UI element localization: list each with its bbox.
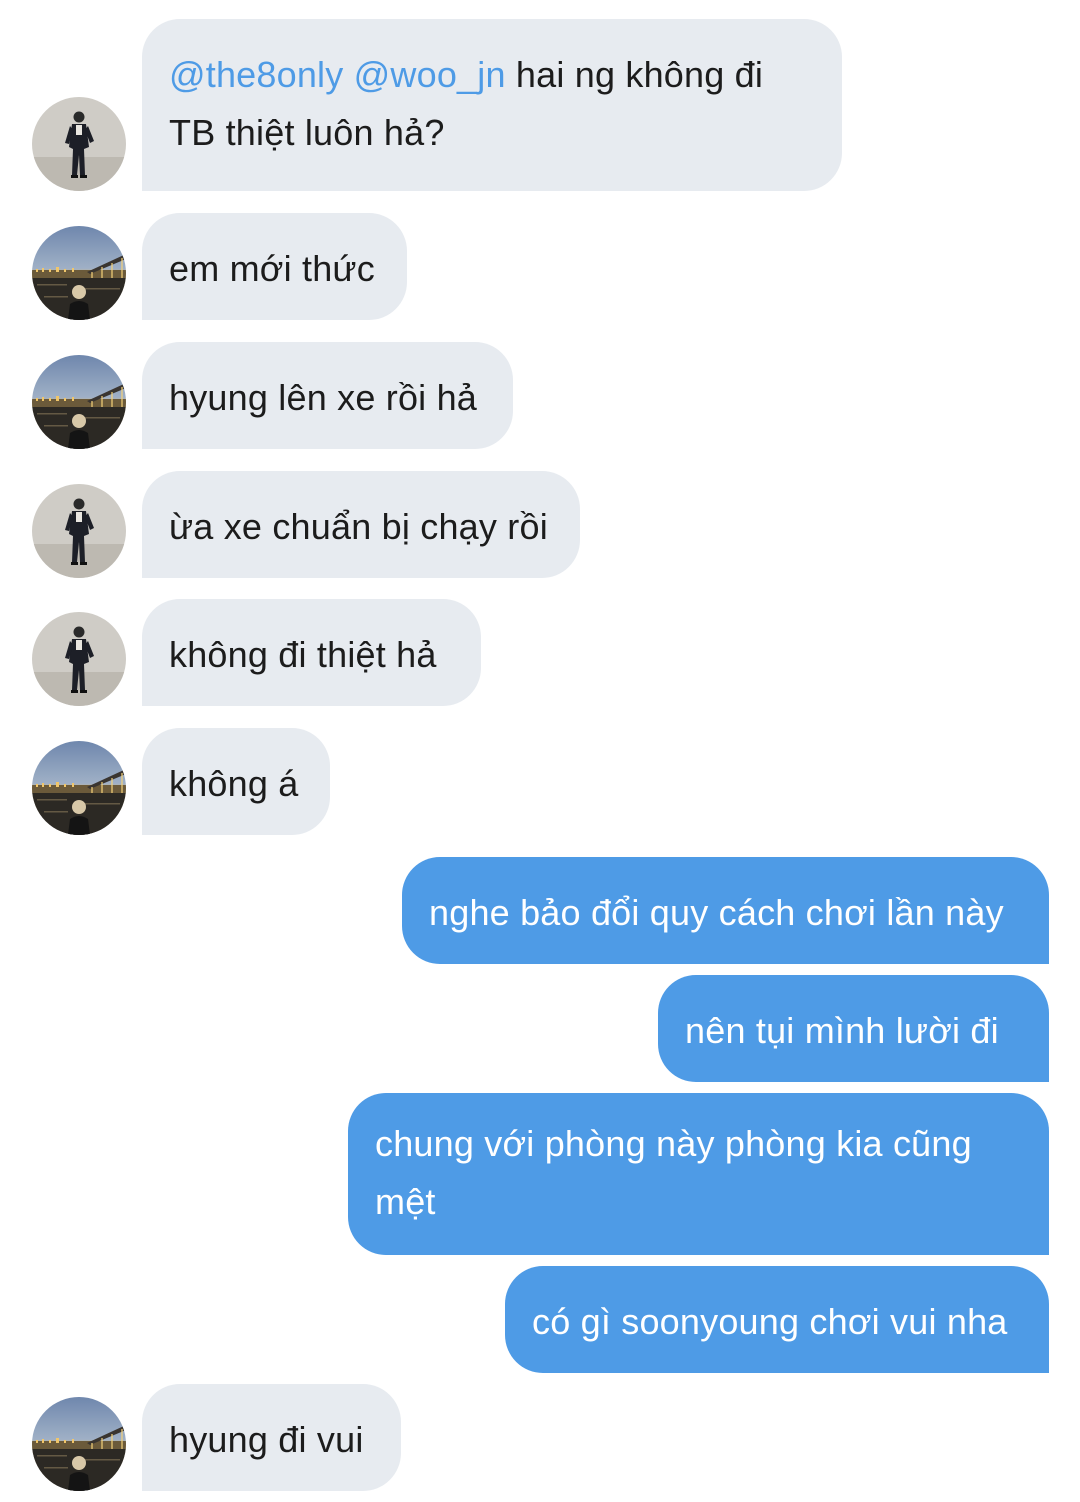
message-text: TB thiệt luôn hả?	[169, 112, 445, 153]
avatar-city-icon	[32, 741, 126, 835]
message-text: không á	[169, 763, 299, 804]
message-bubble-incoming[interactable]: @the8only @woo_jn hai ng không đi TB thi…	[142, 19, 842, 191]
avatar[interactable]	[32, 484, 126, 578]
message-bubble-outgoing[interactable]: có gì soonyoung chơi vui nha	[505, 1266, 1049, 1373]
avatar[interactable]	[32, 355, 126, 449]
message-text: nghe bảo đổi quy cách chơi lần này	[429, 892, 1004, 933]
avatar-city-icon	[32, 355, 126, 449]
message-text: chung với phòng này phòng kia cũng	[375, 1123, 972, 1164]
message-bubble-incoming[interactable]: không á	[142, 728, 330, 835]
message-bubble-incoming[interactable]: em mới thức	[142, 213, 407, 320]
message-bubble-incoming[interactable]: ừa xe chuẩn bị chạy rồi	[142, 471, 580, 578]
message-text: mệt	[375, 1181, 436, 1222]
avatar[interactable]	[32, 741, 126, 835]
avatar-city-icon	[32, 226, 126, 320]
avatar-person-icon	[32, 612, 126, 706]
message-bubble-outgoing[interactable]: chung với phòng này phòng kia cũng mệt	[348, 1093, 1049, 1255]
avatar-person-icon	[32, 97, 126, 191]
message-text: em mới thức	[169, 248, 375, 289]
mention-link[interactable]: @woo_jn	[354, 54, 506, 95]
avatar-city-icon	[32, 1397, 126, 1491]
message-text: nên tụi mình lười đi	[685, 1010, 999, 1051]
message-text: ừa xe chuẩn bị chạy rồi	[169, 506, 548, 547]
message-bubble-incoming[interactable]: hyung đi vui	[142, 1384, 401, 1491]
message-text-part: hai ng không đi	[505, 54, 764, 95]
message-text: @the8only @woo_jn hai ng không đi	[169, 46, 815, 104]
message-text: có gì soonyoung chơi vui nha	[532, 1301, 1008, 1342]
mention-link[interactable]: @the8only	[169, 54, 343, 95]
avatar[interactable]	[32, 1397, 126, 1491]
message-text: hyung lên xe rồi hả	[169, 377, 478, 418]
avatar[interactable]	[32, 226, 126, 320]
message-text: hyung đi vui	[169, 1419, 364, 1460]
message-bubble-incoming[interactable]: hyung lên xe rồi hả	[142, 342, 513, 449]
message-text: không đi thiệt hả	[169, 634, 437, 675]
message-bubble-outgoing[interactable]: nghe bảo đổi quy cách chơi lần này	[402, 857, 1049, 964]
avatar[interactable]	[32, 97, 126, 191]
avatar[interactable]	[32, 612, 126, 706]
avatar-person-icon	[32, 484, 126, 578]
message-bubble-incoming[interactable]: không đi thiệt hả	[142, 599, 481, 706]
message-bubble-outgoing[interactable]: nên tụi mình lười đi	[658, 975, 1049, 1082]
